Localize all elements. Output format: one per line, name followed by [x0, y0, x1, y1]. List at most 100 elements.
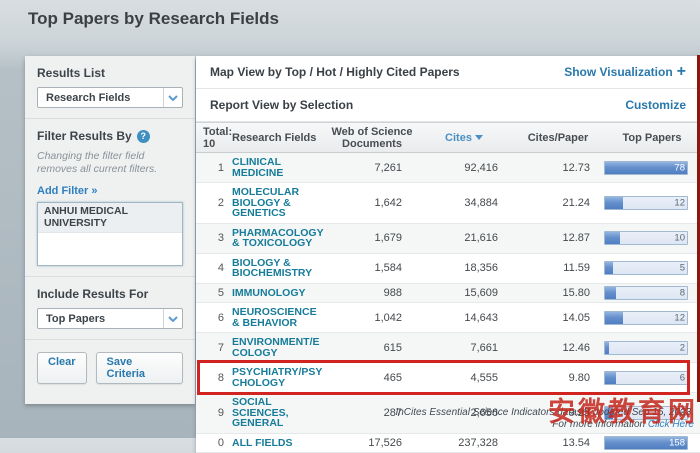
row-field-link[interactable]: BIOLOGY & BIOCHEMISTRY	[232, 254, 328, 283]
sidebar-buttons: Clear Save Criteria	[25, 340, 195, 396]
row-cites-per-paper: 12.73	[512, 162, 604, 174]
top-papers-bar: 5	[604, 261, 688, 275]
include-results-dropdown-value: Top Papers	[38, 313, 163, 325]
row-field-link[interactable]: SOCIAL SCIENCES, GENERAL	[232, 393, 328, 433]
include-results-dropdown[interactable]: Top Papers	[37, 308, 183, 329]
row-rank: 2	[196, 194, 232, 212]
column-header-wos-documents[interactable]: Web of Science Documents	[328, 126, 416, 150]
row-field-link[interactable]: NEUROSCIENCE & BEHAVIOR	[232, 303, 328, 332]
add-filter-link[interactable]: Add Filter »	[37, 185, 98, 197]
row-docs: 7,261	[328, 162, 416, 174]
top-papers-value: 12	[674, 197, 685, 208]
top-papers-value: 10	[674, 233, 685, 244]
row-cites: 237,328	[416, 437, 512, 449]
footer-dataset-note: InCites Essential Science Indicators dat…	[395, 407, 694, 419]
top-papers-value: 78	[674, 162, 685, 173]
row-docs: 1,584	[328, 262, 416, 274]
table-row: 0 ALL FIELDS 17,526 237,328 13.54 158	[196, 434, 700, 453]
row-top-papers: 2	[604, 341, 700, 355]
filter-by-label: Filter Results By	[37, 129, 132, 143]
row-field-link[interactable]: IMMUNOLOGY	[232, 284, 328, 303]
row-docs: 1,042	[328, 312, 416, 324]
row-top-papers: 78	[604, 161, 700, 175]
table-row: 6 NEUROSCIENCE & BEHAVIOR 1,042 14,643 1…	[196, 303, 700, 333]
results-list-section: Results List Research Fields	[25, 56, 195, 118]
map-view-bar: Map View by Top / Hot / Highly Cited Pap…	[196, 56, 700, 89]
row-cites-per-paper: 9.80	[512, 372, 604, 384]
top-papers-value: 158	[669, 437, 685, 448]
row-top-papers: 10	[604, 231, 700, 245]
results-list-dropdown-value: Research Fields	[38, 92, 163, 104]
top-papers-bar-fill	[605, 197, 623, 209]
table-row: 1 CLINICAL MEDICINE 7,261 92,416 12.73 7…	[196, 153, 700, 183]
row-rank: 5	[196, 284, 232, 302]
results-list-dropdown[interactable]: Research Fields	[37, 87, 183, 108]
row-rank: 0	[196, 434, 232, 452]
main-panel: Map View by Top / Hot / Highly Cited Pap…	[196, 56, 700, 453]
row-docs: 17,526	[328, 437, 416, 449]
include-results-section: Include Results For Top Papers	[25, 277, 195, 339]
filter-list-item[interactable]: ANHUI MEDICAL UNIVERSITY	[38, 203, 182, 233]
filter-note: Changing the filter field removes all cu…	[37, 150, 183, 175]
click-here-link[interactable]: Click Here	[648, 419, 694, 430]
row-cites-per-paper: 11.59	[512, 262, 604, 274]
column-header-cites-sorted[interactable]: Cites	[416, 132, 512, 144]
row-docs: 1,679	[328, 232, 416, 244]
save-criteria-button[interactable]: Save Criteria	[96, 352, 183, 384]
column-header-total: Total: 10	[196, 126, 232, 150]
filter-listbox[interactable]: ANHUI MEDICAL UNIVERSITY	[37, 202, 183, 266]
column-header-cites-per-paper[interactable]: Cites/Paper	[512, 132, 604, 144]
footer-more-info: For more information	[552, 419, 645, 430]
top-papers-value: 6	[680, 372, 685, 383]
chevron-down-icon	[163, 88, 182, 107]
filter-section: Filter Results By ? Changing the filter …	[25, 119, 195, 276]
row-field-link[interactable]: PHARMACOLOGY & TOXICOLOGY	[232, 224, 328, 253]
table-row: 4 BIOLOGY & BIOCHEMISTRY 1,584 18,356 11…	[196, 254, 700, 284]
show-visualization-link[interactable]: Show Visualization +	[564, 65, 686, 79]
footer: InCites Essential Science Indicators dat…	[395, 407, 694, 431]
row-rank: 6	[196, 309, 232, 327]
customize-link[interactable]: Customize	[625, 98, 686, 112]
column-header-research-fields[interactable]: Research Fields	[232, 132, 328, 144]
top-papers-bar: 6	[604, 371, 688, 385]
row-cites-per-paper: 12.87	[512, 232, 604, 244]
plus-icon: +	[677, 67, 686, 77]
row-cites: 15,609	[416, 287, 512, 299]
row-top-papers: 6	[604, 371, 700, 385]
row-cites: 18,356	[416, 262, 512, 274]
row-cites: 34,884	[416, 197, 512, 209]
include-results-label: Include Results For	[37, 287, 183, 301]
top-papers-value: 2	[680, 342, 685, 353]
top-papers-bar-fill	[605, 232, 620, 244]
row-top-papers: 8	[604, 286, 700, 300]
help-icon[interactable]: ?	[137, 130, 150, 143]
row-cites: 92,416	[416, 162, 512, 174]
sidebar: Results List Research Fields Filter Resu…	[25, 56, 195, 404]
top-papers-bar-fill	[605, 342, 609, 354]
clear-button[interactable]: Clear	[37, 352, 87, 384]
row-rank: 1	[196, 159, 232, 177]
column-header-top-papers[interactable]: Top Papers	[604, 132, 700, 144]
row-field-link[interactable]: PSYCHIATRY/PSYCHOLOGY	[232, 363, 328, 392]
row-cites-per-paper: 14.05	[512, 312, 604, 324]
table-row: 7 ENVIRONMENT/ECOLOGY 615 7,661 12.46 2	[196, 333, 700, 363]
top-papers-bar: 10	[604, 231, 688, 245]
row-cites-per-paper: 13.54	[512, 437, 604, 449]
row-field-link[interactable]: MOLECULAR BIOLOGY & GENETICS	[232, 183, 328, 223]
report-view-label: Report View by Selection	[210, 98, 353, 112]
table-header: Total: 10 Research Fields Web of Science…	[196, 122, 700, 153]
row-field-link[interactable]: ALL FIELDS	[232, 434, 328, 453]
report-view-bar: Report View by Selection Customize	[196, 89, 700, 122]
table-row: 3 PHARMACOLOGY & TOXICOLOGY 1,679 21,616…	[196, 224, 700, 254]
top-papers-bar: 8	[604, 286, 688, 300]
top-papers-value: 12	[674, 312, 685, 323]
row-cites-per-paper: 15.80	[512, 287, 604, 299]
top-papers-bar: 78	[604, 161, 688, 175]
table-row: 5 IMMUNOLOGY 988 15,609 15.80 8	[196, 284, 700, 304]
row-rank: 8	[196, 369, 232, 387]
row-rank: 3	[196, 229, 232, 247]
row-top-papers: 12	[604, 311, 700, 325]
row-field-link[interactable]: ENVIRONMENT/ECOLOGY	[232, 333, 328, 362]
row-field-link[interactable]: CLINICAL MEDICINE	[232, 153, 328, 182]
top-papers-bar-fill	[605, 312, 623, 324]
